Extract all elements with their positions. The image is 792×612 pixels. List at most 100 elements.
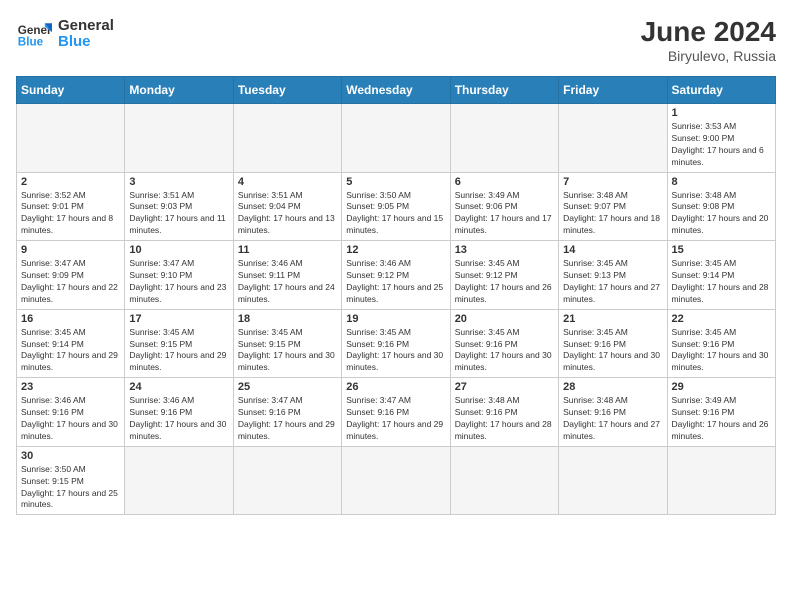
weekday-header-row: Sunday Monday Tuesday Wednesday Thursday… (17, 77, 776, 104)
day-number-17: 17 (129, 313, 228, 325)
day-number-3: 3 (129, 176, 228, 188)
day-info-30: Sunrise: 3:50 AMSunset: 9:15 PMDaylight:… (21, 464, 120, 512)
day-number-14: 14 (563, 244, 662, 256)
day-number-1: 1 (672, 107, 771, 119)
day-cell-10: 10 Sunrise: 3:47 AMSunset: 9:10 PMDaylig… (125, 241, 233, 310)
day-number-24: 24 (129, 381, 228, 393)
day-number-29: 29 (672, 381, 771, 393)
empty-cell (450, 104, 558, 173)
day-cell-13: 13 Sunrise: 3:45 AMSunset: 9:12 PMDaylig… (450, 241, 558, 310)
day-info-19: Sunrise: 3:45 AMSunset: 9:16 PMDaylight:… (346, 327, 445, 375)
day-cell-6: 6 Sunrise: 3:49 AMSunset: 9:06 PMDayligh… (450, 172, 558, 241)
day-number-23: 23 (21, 381, 120, 393)
day-info-18: Sunrise: 3:45 AMSunset: 9:15 PMDaylight:… (238, 327, 337, 375)
day-cell-4: 4 Sunrise: 3:51 AMSunset: 9:04 PMDayligh… (233, 172, 341, 241)
day-cell-16: 16 Sunrise: 3:45 AMSunset: 9:14 PMDaylig… (17, 309, 125, 378)
day-info-12: Sunrise: 3:46 AMSunset: 9:12 PMDaylight:… (346, 258, 445, 306)
day-cell-7: 7 Sunrise: 3:48 AMSunset: 9:07 PMDayligh… (559, 172, 667, 241)
empty-cell (342, 104, 450, 173)
empty-cell (125, 446, 233, 515)
day-info-22: Sunrise: 3:45 AMSunset: 9:16 PMDaylight:… (672, 327, 771, 375)
day-info-11: Sunrise: 3:46 AMSunset: 9:11 PMDaylight:… (238, 258, 337, 306)
day-info-3: Sunrise: 3:51 AMSunset: 9:03 PMDaylight:… (129, 190, 228, 238)
day-info-26: Sunrise: 3:47 AMSunset: 9:16 PMDaylight:… (346, 395, 445, 443)
day-info-16: Sunrise: 3:45 AMSunset: 9:14 PMDaylight:… (21, 327, 120, 375)
location: Biryulevo, Russia (641, 48, 776, 64)
calendar-row: 9 Sunrise: 3:47 AMSunset: 9:09 PMDayligh… (17, 241, 776, 310)
day-cell-27: 27 Sunrise: 3:48 AMSunset: 9:16 PMDaylig… (450, 378, 558, 447)
day-number-18: 18 (238, 313, 337, 325)
day-number-13: 13 (455, 244, 554, 256)
empty-cell (450, 446, 558, 515)
day-info-29: Sunrise: 3:49 AMSunset: 9:16 PMDaylight:… (672, 395, 771, 443)
day-info-4: Sunrise: 3:51 AMSunset: 9:04 PMDaylight:… (238, 190, 337, 238)
header-friday: Friday (559, 77, 667, 104)
day-number-21: 21 (563, 313, 662, 325)
empty-cell (342, 446, 450, 515)
title-block: June 2024 Biryulevo, Russia (641, 16, 776, 64)
day-info-5: Sunrise: 3:50 AMSunset: 9:05 PMDaylight:… (346, 190, 445, 238)
day-number-25: 25 (238, 381, 337, 393)
day-number-28: 28 (563, 381, 662, 393)
header-monday: Monday (125, 77, 233, 104)
day-cell-11: 11 Sunrise: 3:46 AMSunset: 9:11 PMDaylig… (233, 241, 341, 310)
logo-general-text: General (58, 18, 114, 35)
day-number-30: 30 (21, 450, 120, 462)
day-number-8: 8 (672, 176, 771, 188)
day-cell-12: 12 Sunrise: 3:46 AMSunset: 9:12 PMDaylig… (342, 241, 450, 310)
month-year: June 2024 (641, 16, 776, 48)
day-info-24: Sunrise: 3:46 AMSunset: 9:16 PMDaylight:… (129, 395, 228, 443)
day-cell-3: 3 Sunrise: 3:51 AMSunset: 9:03 PMDayligh… (125, 172, 233, 241)
day-info-17: Sunrise: 3:45 AMSunset: 9:15 PMDaylight:… (129, 327, 228, 375)
day-info-23: Sunrise: 3:46 AMSunset: 9:16 PMDaylight:… (21, 395, 120, 443)
header-thursday: Thursday (450, 77, 558, 104)
empty-cell (125, 104, 233, 173)
header-tuesday: Tuesday (233, 77, 341, 104)
day-info-13: Sunrise: 3:45 AMSunset: 9:12 PMDaylight:… (455, 258, 554, 306)
day-number-11: 11 (238, 244, 337, 256)
day-info-6: Sunrise: 3:49 AMSunset: 9:06 PMDaylight:… (455, 190, 554, 238)
day-cell-1: 1 Sunrise: 3:53 AMSunset: 9:00 PMDayligh… (667, 104, 775, 173)
day-number-20: 20 (455, 313, 554, 325)
day-cell-17: 17 Sunrise: 3:45 AMSunset: 9:15 PMDaylig… (125, 309, 233, 378)
day-number-19: 19 (346, 313, 445, 325)
day-number-5: 5 (346, 176, 445, 188)
header-sunday: Sunday (17, 77, 125, 104)
svg-text:Blue: Blue (18, 36, 44, 49)
day-cell-5: 5 Sunrise: 3:50 AMSunset: 9:05 PMDayligh… (342, 172, 450, 241)
empty-cell (559, 446, 667, 515)
day-info-10: Sunrise: 3:47 AMSunset: 9:10 PMDaylight:… (129, 258, 228, 306)
day-cell-14: 14 Sunrise: 3:45 AMSunset: 9:13 PMDaylig… (559, 241, 667, 310)
day-number-10: 10 (129, 244, 228, 256)
empty-cell (17, 104, 125, 173)
day-number-12: 12 (346, 244, 445, 256)
day-number-22: 22 (672, 313, 771, 325)
empty-cell (559, 104, 667, 173)
empty-cell (233, 104, 341, 173)
day-cell-15: 15 Sunrise: 3:45 AMSunset: 9:14 PMDaylig… (667, 241, 775, 310)
day-number-7: 7 (563, 176, 662, 188)
calendar: Sunday Monday Tuesday Wednesday Thursday… (16, 76, 776, 515)
day-cell-29: 29 Sunrise: 3:49 AMSunset: 9:16 PMDaylig… (667, 378, 775, 447)
logo-blue-text: Blue (58, 34, 114, 51)
header-wednesday: Wednesday (342, 77, 450, 104)
logo-icon: General Blue (16, 16, 52, 52)
header: General Blue General Blue June 2024 Biry… (16, 16, 776, 64)
day-number-26: 26 (346, 381, 445, 393)
day-cell-25: 25 Sunrise: 3:47 AMSunset: 9:16 PMDaylig… (233, 378, 341, 447)
day-cell-30: 30 Sunrise: 3:50 AMSunset: 9:15 PMDaylig… (17, 446, 125, 515)
day-info-1: Sunrise: 3:53 AMSunset: 9:00 PMDaylight:… (672, 121, 771, 169)
day-number-6: 6 (455, 176, 554, 188)
day-cell-18: 18 Sunrise: 3:45 AMSunset: 9:15 PMDaylig… (233, 309, 341, 378)
day-cell-24: 24 Sunrise: 3:46 AMSunset: 9:16 PMDaylig… (125, 378, 233, 447)
day-cell-22: 22 Sunrise: 3:45 AMSunset: 9:16 PMDaylig… (667, 309, 775, 378)
day-cell-19: 19 Sunrise: 3:45 AMSunset: 9:16 PMDaylig… (342, 309, 450, 378)
day-number-2: 2 (21, 176, 120, 188)
empty-cell (667, 446, 775, 515)
empty-cell (233, 446, 341, 515)
logo: General Blue General Blue (16, 16, 114, 52)
day-info-9: Sunrise: 3:47 AMSunset: 9:09 PMDaylight:… (21, 258, 120, 306)
day-info-27: Sunrise: 3:48 AMSunset: 9:16 PMDaylight:… (455, 395, 554, 443)
day-cell-8: 8 Sunrise: 3:48 AMSunset: 9:08 PMDayligh… (667, 172, 775, 241)
calendar-row: 16 Sunrise: 3:45 AMSunset: 9:14 PMDaylig… (17, 309, 776, 378)
